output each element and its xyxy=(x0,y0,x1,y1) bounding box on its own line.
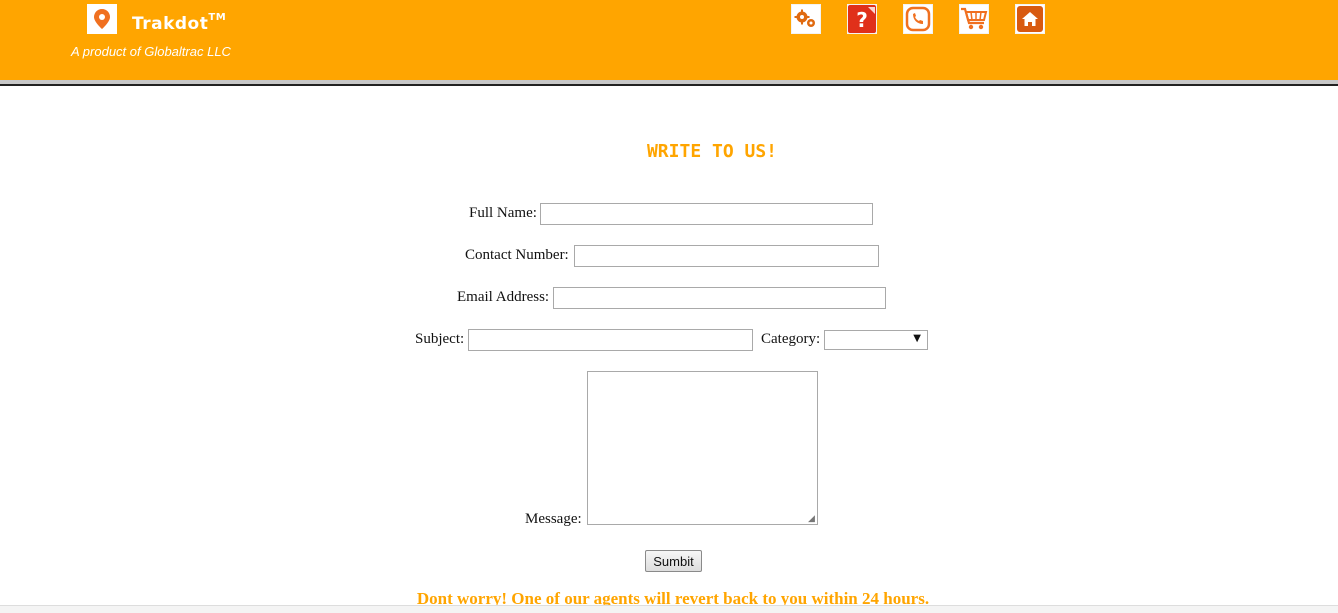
category-select[interactable]: ▼ xyxy=(824,330,928,350)
brand-name[interactable]: TrakdotTM xyxy=(132,12,227,34)
subject-label: Subject: xyxy=(415,331,465,347)
app-header: TrakdotTM A product of Globaltrac LLC ? xyxy=(0,0,1338,80)
tagline: A product of Globaltrac LLC xyxy=(71,44,231,59)
subject-input[interactable] xyxy=(468,329,753,351)
full-name-label: Full Name: xyxy=(469,205,537,221)
resize-grip-icon[interactable]: ◢ xyxy=(808,514,815,524)
location-pin-icon xyxy=(87,4,117,34)
full-name-input[interactable] xyxy=(540,203,873,225)
message-label: Message: xyxy=(525,511,582,527)
shopping-cart-icon[interactable] xyxy=(959,4,989,34)
email-label: Email Address: xyxy=(457,289,550,305)
help-question-icon[interactable]: ? xyxy=(847,4,877,34)
dropdown-arrow-icon: ▼ xyxy=(913,333,921,344)
contact-number-input[interactable] xyxy=(574,245,879,267)
page-title: WRITE TO US! xyxy=(646,141,778,162)
home-icon[interactable] xyxy=(1015,4,1045,34)
contact-phone-icon[interactable] xyxy=(903,4,933,34)
email-input[interactable] xyxy=(553,287,886,309)
svg-text:?: ? xyxy=(856,8,868,32)
trademark: TM xyxy=(208,12,227,24)
contact-number-label: Contact Number: xyxy=(465,247,569,263)
message-textarea[interactable] xyxy=(587,371,818,525)
settings-gears-icon[interactable] xyxy=(791,4,821,34)
submit-button[interactable]: Sumbit xyxy=(645,550,702,572)
header-divider-dark xyxy=(0,84,1338,86)
category-label: Category: xyxy=(761,331,821,347)
